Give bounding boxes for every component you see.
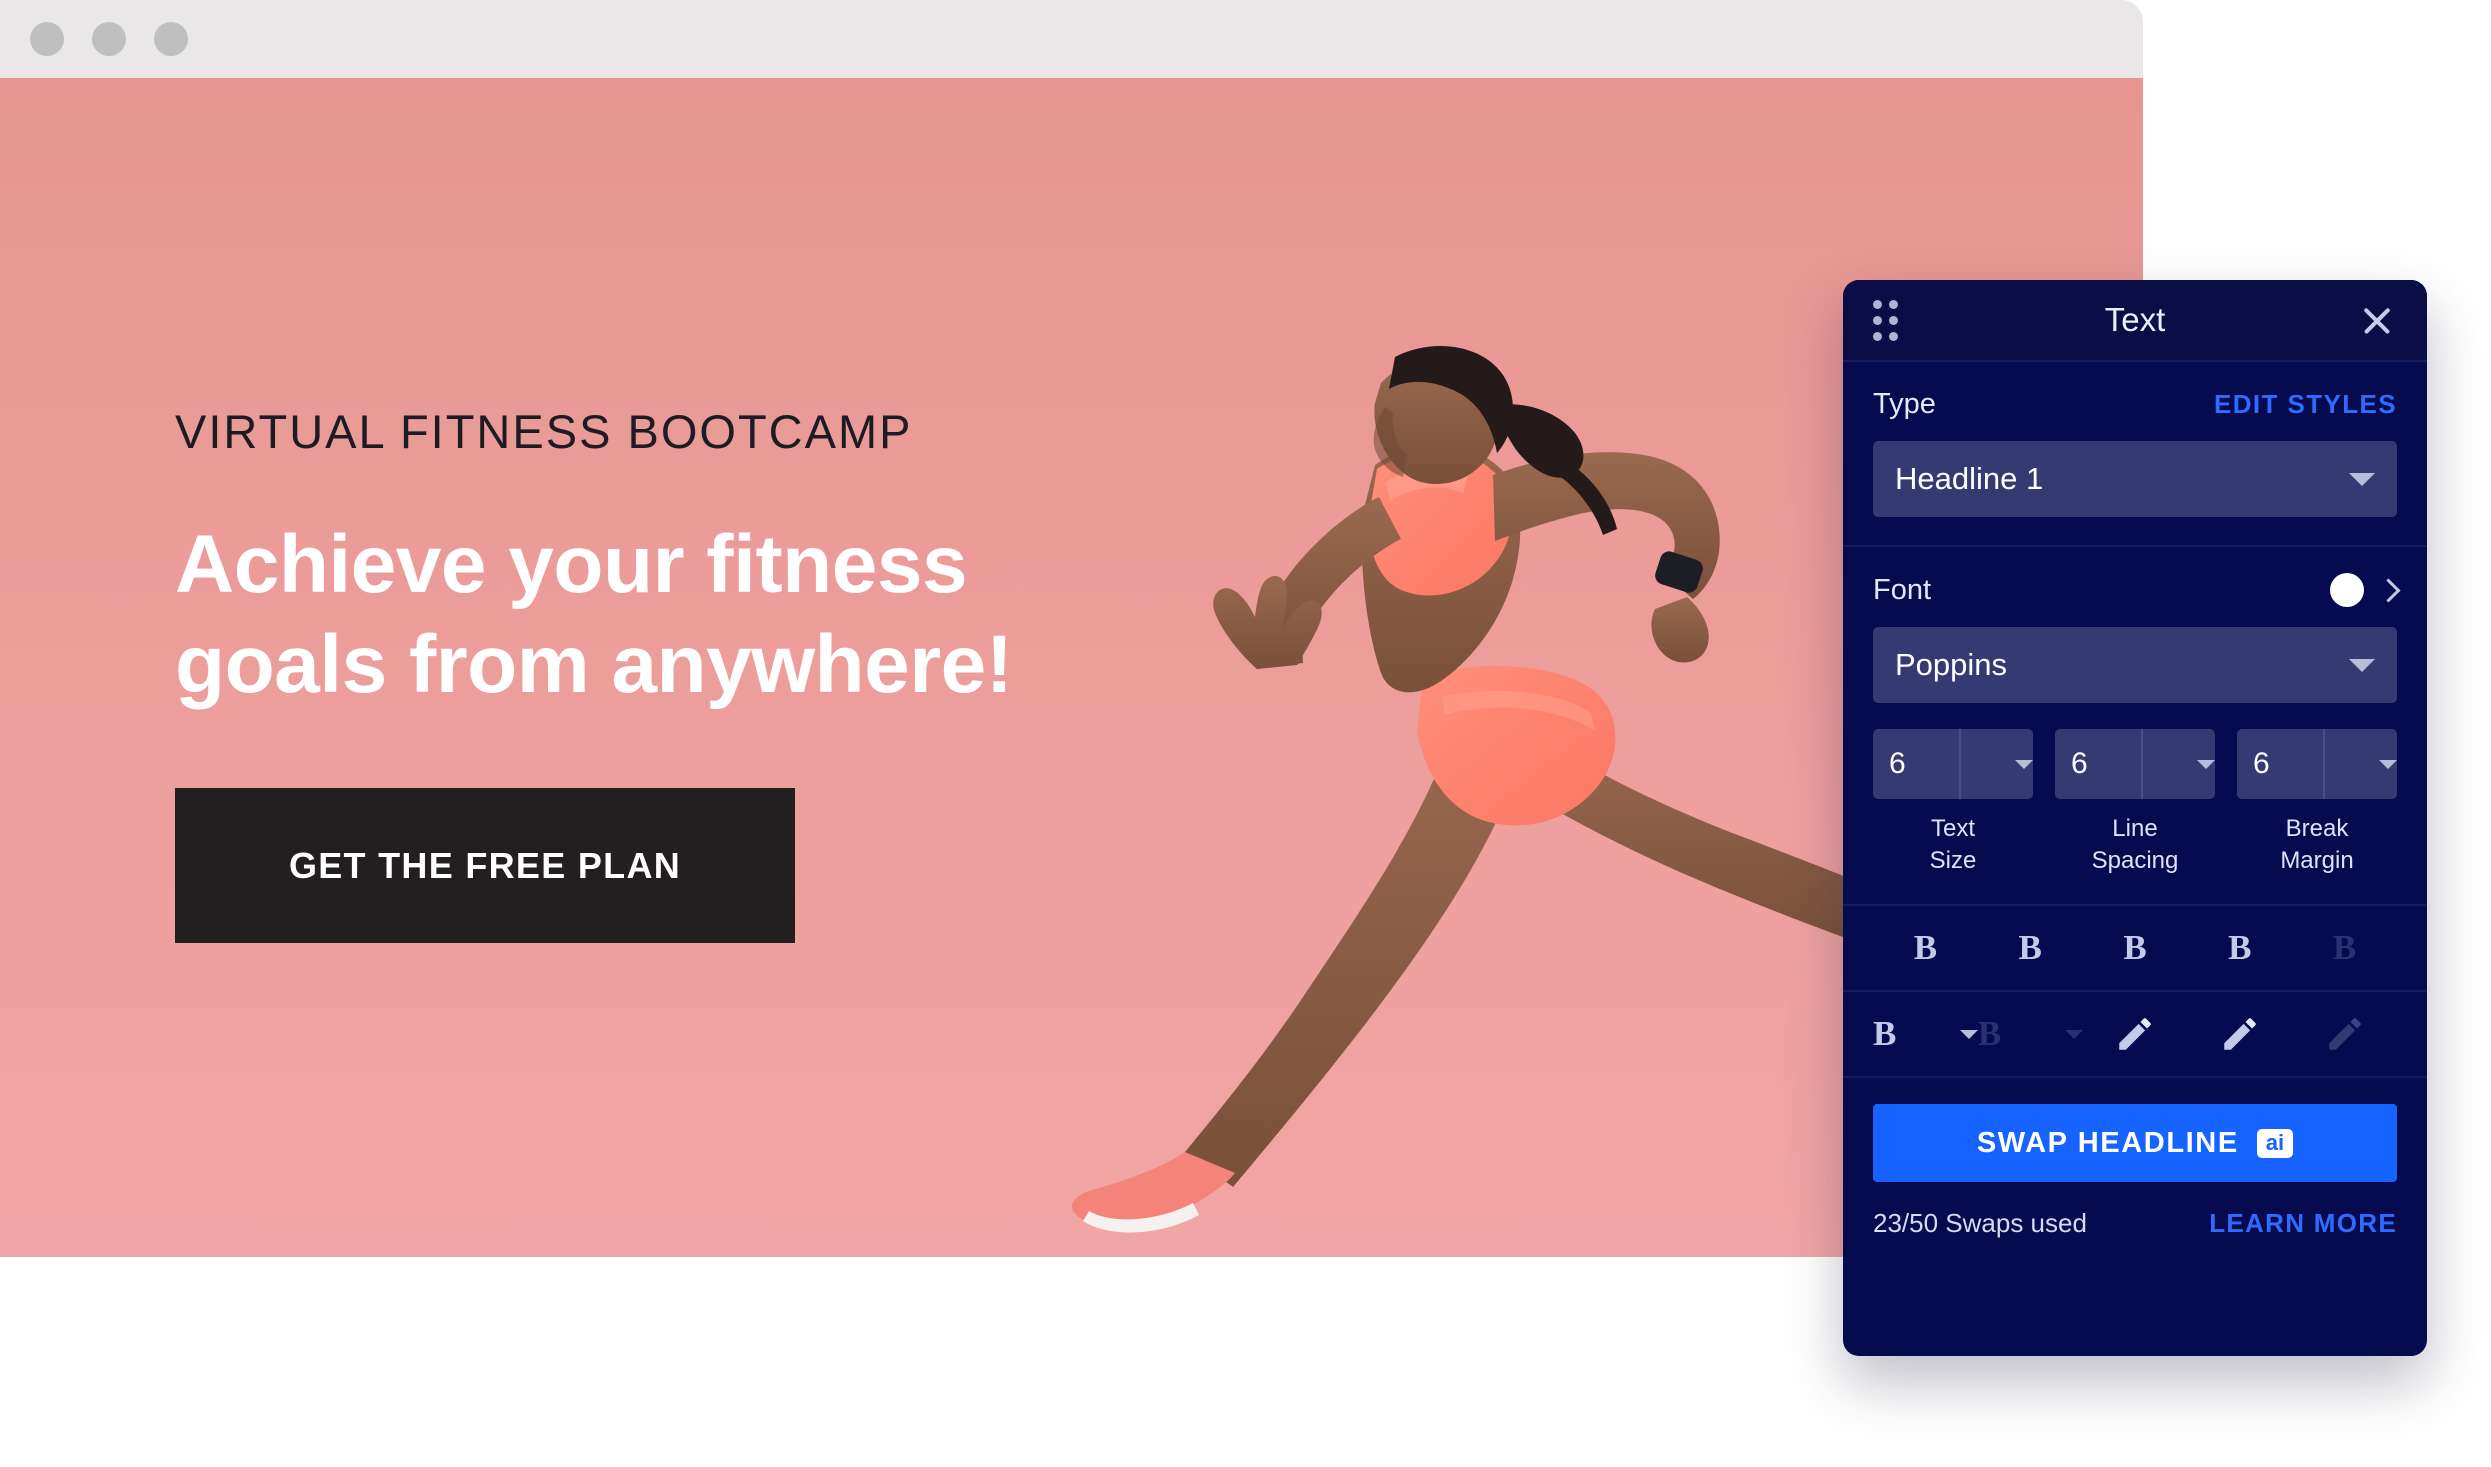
hero-copy: VIRTUAL FITNESS BOOTCAMP Achieve your fi… <box>175 408 1155 715</box>
text-size-stepper-group: 6 Text Size <box>1873 729 2033 876</box>
chevron-down-icon <box>1959 1029 1978 1039</box>
window-maximize-dot[interactable] <box>154 22 188 56</box>
panel-header: Text <box>1843 280 2427 362</box>
text-size-caption: Text Size <box>1930 813 1977 876</box>
uppercase-button[interactable]: B <box>2292 906 2397 990</box>
text-editor-panel: Text Type EDIT STYLES Headline 1 Font Po… <box>1843 280 2427 1356</box>
pencil-button-2[interactable] <box>2187 992 2292 1076</box>
break-margin-stepper[interactable]: 6 <box>2237 729 2397 799</box>
bold-icon: B <box>1913 928 1938 968</box>
chevron-down-icon <box>2015 759 2033 769</box>
highlight-color-button[interactable]: B <box>1978 992 2083 1076</box>
font-color-swatch[interactable] <box>2330 573 2364 607</box>
close-icon[interactable] <box>2357 300 2397 340</box>
chevron-down-icon <box>2064 1029 2083 1039</box>
font-label: Font <box>1873 573 1932 606</box>
panel-title: Text <box>2104 301 2166 338</box>
break-margin-dropdown-button[interactable] <box>2323 729 2397 799</box>
headline-line-1: Achieve your fitness <box>175 519 968 610</box>
pencil-button-3[interactable] <box>2292 992 2397 1076</box>
edit-styles-link[interactable]: EDIT STYLES <box>2214 389 2397 420</box>
caption-line-1: Line <box>2112 815 2158 842</box>
line-spacing-stepper[interactable]: 6 <box>2055 729 2215 799</box>
font-section-header: Font <box>1873 573 2401 607</box>
browser-window: VIRTUAL FITNESS BOOTCAMP Achieve your fi… <box>0 0 2143 1257</box>
line-spacing-stepper-group: 6 Line Spacing <box>2055 729 2215 876</box>
break-margin-caption: Break Margin <box>2280 813 2353 876</box>
strikethrough-icon: B <box>2228 928 2252 968</box>
line-spacing-caption: Line Spacing <box>2092 813 2179 876</box>
caption-line-1: Break <box>2285 815 2349 842</box>
window-close-dot[interactable] <box>30 22 64 56</box>
bold-button[interactable]: B <box>1873 906 1978 990</box>
break-margin-stepper-group: 6 Break Margin <box>2237 729 2397 876</box>
line-spacing-value: 6 <box>2071 747 2088 780</box>
text-size-dropdown-button[interactable] <box>1959 729 2033 799</box>
pencil-muted-icon <box>2328 1018 2361 1051</box>
italic-icon: B <box>2018 928 2042 968</box>
type-select[interactable]: Headline 1 <box>1873 441 2397 517</box>
text-color-toolbar: B B <box>1843 992 2427 1079</box>
get-free-plan-button[interactable]: GET THE FREE PLAN <box>175 788 795 943</box>
caption-line-2: Spacing <box>2091 846 2179 874</box>
chevron-down-icon <box>2349 472 2375 486</box>
learn-more-link[interactable]: LEARN MORE <box>2209 1208 2397 1239</box>
ai-badge: ai <box>2256 1128 2294 1158</box>
pencil-alt-icon <box>2224 1018 2256 1051</box>
headline-line-2: goals from anywhere! <box>175 619 1013 711</box>
chevron-down-icon <box>2349 658 2375 672</box>
underline-icon: B <box>2123 928 2147 968</box>
swap-footer: 23/50 Swaps used LEARN MORE <box>1873 1208 2397 1239</box>
type-section: Type EDIT STYLES Headline 1 <box>1843 362 2427 547</box>
pencil-button-1[interactable] <box>2083 992 2188 1076</box>
type-select-value: Headline 1 <box>1895 461 2044 496</box>
font-color-controls <box>2330 573 2401 607</box>
caption-line-2: Margin <box>2280 846 2354 874</box>
swap-headline-label: SWAP HEADLINE <box>1976 1126 2239 1159</box>
font-family-value: Poppins <box>1895 647 2008 682</box>
swaps-used-text: 23/50 Swaps used <box>1873 1208 2087 1239</box>
underline-button[interactable]: B <box>2083 906 2188 990</box>
chevron-right-icon[interactable] <box>2376 577 2401 603</box>
chevron-down-icon <box>2197 759 2215 769</box>
chevron-down-icon <box>2379 759 2397 769</box>
text-color-icon: B <box>1873 1014 1897 1054</box>
hero-eyebrow: VIRTUAL FITNESS BOOTCAMP <box>175 405 913 458</box>
swap-headline-button[interactable]: SWAP HEADLINE ai <box>1873 1104 2397 1183</box>
pencil-icon <box>2119 1018 2151 1051</box>
text-style-toolbar: B B B B B <box>1843 906 2427 993</box>
line-spacing-dropdown-button[interactable] <box>2141 729 2215 799</box>
highlight-color-icon: B <box>1977 1014 2002 1054</box>
caption-line-1: Text <box>1930 815 1975 842</box>
hero-section: VIRTUAL FITNESS BOOTCAMP Achieve your fi… <box>0 78 2143 1257</box>
uppercase-icon: B <box>2332 928 2357 968</box>
break-margin-value: 6 <box>2253 747 2270 780</box>
italic-button[interactable]: B <box>1978 906 2083 990</box>
text-size-value: 6 <box>1889 747 1906 780</box>
strikethrough-button[interactable]: B <box>2187 906 2292 990</box>
text-size-stepper[interactable]: 6 <box>1873 729 2033 799</box>
caption-line-2: Size <box>1929 846 1977 874</box>
window-minimize-dot[interactable] <box>92 22 126 56</box>
type-label: Type <box>1873 388 1936 420</box>
type-section-header: Type EDIT STYLES <box>1873 388 2397 421</box>
text-color-button[interactable]: B <box>1873 992 1978 1076</box>
font-steppers: 6 Text Size 6 Line Spacing 6 Break Margi… <box>1873 729 2397 876</box>
drag-handle-icon[interactable] <box>1873 299 1898 341</box>
swap-headline-section: SWAP HEADLINE ai 23/50 Swaps used LEARN … <box>1843 1078 2427 1269</box>
font-family-select[interactable]: Poppins <box>1873 627 2397 703</box>
browser-titlebar <box>0 0 2143 78</box>
font-section: Font Poppins 6 Text Size 6 Line Spacing … <box>1843 547 2427 907</box>
hero-headline: Achieve your fitness goals from anywhere… <box>175 515 1155 715</box>
